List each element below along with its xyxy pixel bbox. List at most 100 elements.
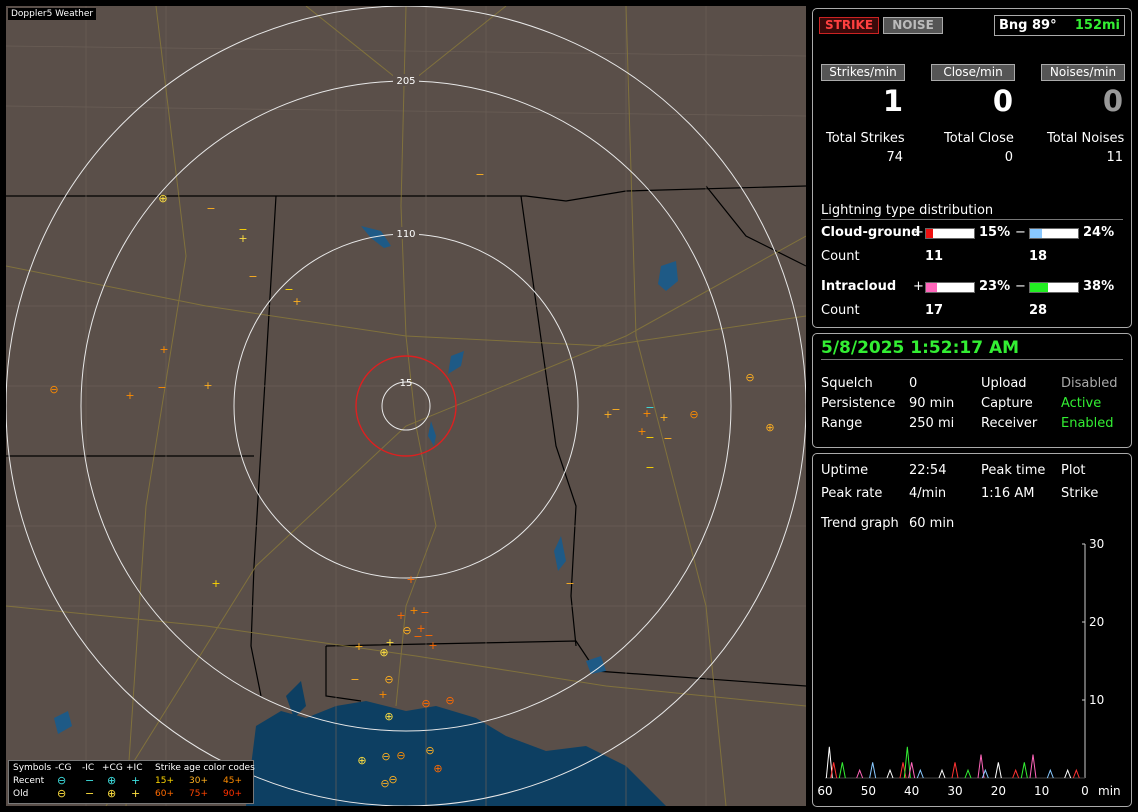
strike-marker: + <box>159 343 168 356</box>
trend-spike <box>1072 768 1080 779</box>
trend-spike <box>1020 762 1028 779</box>
map-canvas: 205 110 15 ⊕−−+−−++−⊖ ++−−+− + ++− −−⊖⊖⊕+ + −+… <box>6 6 806 806</box>
county-lines <box>6 6 806 806</box>
trend-panel: Uptime 22:54 Peak time Plot Peak rate 4/… <box>812 453 1132 807</box>
strike-markers: ⊕−−+−−++−⊖ ++−−+− + ++− −−⊖⊖⊕+ + −+ + −⊖ +−−+++ ⊕⊖… <box>49 168 774 790</box>
uptime-value: 22:54 <box>909 463 947 478</box>
legend-age-15: 15+ <box>155 776 174 786</box>
legend-neg-cg: -CG <box>55 763 72 773</box>
legend-pos-ic: +IC <box>126 763 143 773</box>
trend-x-tick-label: 40 <box>904 784 919 798</box>
radar-map[interactable]: 205 110 15 ⊕ − − + − − + + − ⊖ + + − − + − + + + − − − ⊖ ⊖ ⊕ + + − +… <box>6 6 806 806</box>
strike-marker: + <box>354 640 363 653</box>
strike-marker: ⊖ <box>425 744 434 757</box>
cg-neg-count: 18 <box>1029 249 1048 264</box>
plot-value[interactable]: Strike <box>1061 486 1098 501</box>
legend-old-pos-cg-icon: ⊕ <box>107 787 117 800</box>
noise-button[interactable]: NOISE <box>883 17 943 34</box>
strike-marker: ⊖ <box>445 694 454 707</box>
legend-recent-pos-cg-icon: ⊕ <box>107 774 117 787</box>
distribution-title: Lightning type distribution <box>821 203 994 218</box>
lake-5 <box>554 536 566 571</box>
strike-marker: ⊕ <box>357 754 366 767</box>
persistence-value: 90 min <box>909 396 955 411</box>
peak-time-label: Peak time <box>981 463 1046 478</box>
cg-pos-count: 11 <box>925 249 944 264</box>
total-strikes-label: Total Strikes <box>826 131 905 146</box>
squelch-value: 0 <box>909 376 918 391</box>
strike-marker: ⊖ <box>421 697 430 710</box>
cg-label: Cloud-ground <box>821 225 921 240</box>
ic-neg-bar <box>1029 282 1079 293</box>
bay-water <box>286 681 306 718</box>
lake-4 <box>428 421 436 446</box>
capture-value: Active <box>1061 396 1102 411</box>
ic-pos-bar-fill <box>926 283 938 292</box>
strike-marker: − <box>645 461 654 474</box>
range-value: 250 mi <box>909 416 955 431</box>
ic-count-label: Count <box>821 303 860 318</box>
lake-2 <box>658 261 678 291</box>
cg-plus-sign: + <box>913 225 924 240</box>
map-title: Doppler5 Weather <box>8 8 97 20</box>
receiver-label: Receiver <box>981 416 1038 431</box>
strike-marker: + <box>642 407 651 420</box>
cg-pos-bar-fill <box>926 229 934 238</box>
strike-marker: − <box>350 673 359 686</box>
trend-x-tick-label: 50 <box>861 784 876 798</box>
noises-per-min-button[interactable]: Noises/min <box>1041 64 1125 81</box>
ic-pos-count: 17 <box>925 303 944 318</box>
cg-minus-sign: − <box>1015 225 1026 240</box>
trend-spike <box>1029 754 1037 779</box>
range-label: Range <box>821 416 863 431</box>
trend-x-tick-label: 20 <box>991 784 1006 798</box>
datetime-divider <box>821 359 1123 360</box>
lake-7 <box>54 711 72 734</box>
close-per-min-button[interactable]: Close/min <box>931 64 1015 81</box>
range-rings <box>6 6 806 806</box>
strikes-per-min-button[interactable]: Strikes/min <box>821 64 905 81</box>
strike-marker: ⊖ <box>402 624 411 637</box>
strike-marker: ⊕ <box>433 762 442 775</box>
legend-old-pos-ic-icon: + <box>131 787 141 800</box>
trend-spike <box>951 762 959 779</box>
trend-spike <box>916 768 924 779</box>
legend-age-label: Strike age color codes <box>155 763 255 773</box>
cg-pos-bar <box>925 228 975 239</box>
ic-plus-sign: + <box>913 279 924 294</box>
ring-outer <box>6 6 806 806</box>
status-panel: 5/8/2025 1:52:17 AM Squelch 0 Upload Dis… <box>812 333 1132 448</box>
strike-marker: ⊖ <box>689 408 698 421</box>
trend-y-tick-label: 10 <box>1089 693 1104 707</box>
strike-marker: − <box>248 270 257 283</box>
strike-marker: ⊖ <box>745 371 754 384</box>
ring-15 <box>381 381 431 431</box>
upload-value: Disabled <box>1061 376 1118 391</box>
plot-label: Plot <box>1061 463 1086 478</box>
upload-label: Upload <box>981 376 1027 391</box>
highways <box>6 6 806 806</box>
cg-neg-bar <box>1029 228 1079 239</box>
trend-spike <box>856 768 864 779</box>
strike-marker: ⊖ <box>49 383 58 396</box>
legend-neg-ic: -IC <box>82 763 95 773</box>
persistence-label: Persistence <box>821 396 896 411</box>
strike-button[interactable]: STRIKE <box>819 17 879 34</box>
legend-recent-label: Recent <box>13 776 45 786</box>
legend-old-neg-ic-icon: − <box>85 787 95 800</box>
strike-marker: + <box>238 232 247 245</box>
gulf-water <box>246 701 666 806</box>
trend-spike <box>994 762 1002 779</box>
total-close-value: 0 <box>1004 150 1013 165</box>
strike-marker: + <box>428 639 437 652</box>
peak-rate-label: Peak rate <box>821 486 883 501</box>
strike-marker: − <box>565 577 574 590</box>
legend-age-90: 90+ <box>223 789 242 799</box>
ic-neg-pct: 38% <box>1083 279 1115 294</box>
trend-spike <box>1012 768 1020 779</box>
ring-label-110: 110 <box>396 229 415 240</box>
legend-symbols-label: Symbols <box>13 763 52 773</box>
strike-marker: ⊕ <box>158 192 167 205</box>
cg-count-label: Count <box>821 249 860 264</box>
strike-marker: + <box>659 411 668 424</box>
